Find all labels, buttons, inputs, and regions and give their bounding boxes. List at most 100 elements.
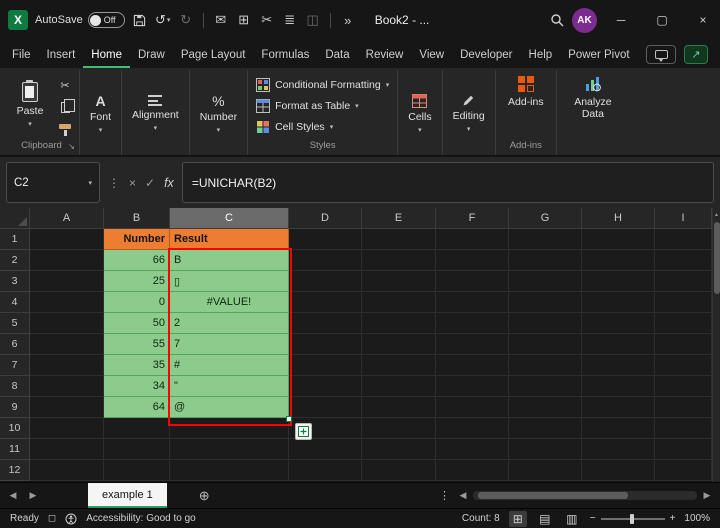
cell-D6[interactable]: [289, 334, 362, 355]
zoom-out-button[interactable]: −: [590, 513, 596, 524]
cell-I9[interactable]: [655, 397, 712, 418]
row-header-3[interactable]: 3: [0, 271, 30, 292]
cell-A8[interactable]: [30, 376, 104, 397]
cell-A10[interactable]: [30, 418, 104, 439]
cell-H9[interactable]: [582, 397, 655, 418]
cell-E8[interactable]: [362, 376, 436, 397]
excel-logo-icon[interactable]: X: [8, 10, 28, 30]
cell-C8[interactable]: ": [170, 376, 289, 397]
cell-G10[interactable]: [509, 418, 582, 439]
cell-H8[interactable]: [582, 376, 655, 397]
cell-B9[interactable]: 64: [104, 397, 170, 418]
alignment-group-button[interactable]: Alignment ▾: [126, 72, 185, 155]
zoom-slider-track[interactable]: [601, 518, 665, 520]
cell-B4[interactable]: 0: [104, 292, 170, 313]
cell-C6[interactable]: 7: [170, 334, 289, 355]
page-break-view-button[interactable]: ▥: [563, 511, 581, 527]
scroll-right-icon[interactable]: ▶: [700, 490, 714, 501]
cell-D5[interactable]: [289, 313, 362, 334]
row-header-1[interactable]: 1: [0, 229, 30, 250]
cell-B6[interactable]: 55: [104, 334, 170, 355]
undo-button[interactable]: ↺ ▾: [155, 12, 171, 28]
cell-H3[interactable]: [582, 271, 655, 292]
cell-H5[interactable]: [582, 313, 655, 334]
table-button[interactable]: ⊞: [236, 12, 252, 28]
cancel-entry-button[interactable]: ×: [129, 176, 136, 190]
analyze-data-button[interactable]: Analyze Data: [561, 72, 625, 123]
cell-I10[interactable]: [655, 418, 712, 439]
cell-F1[interactable]: [436, 229, 509, 250]
row-header-2[interactable]: 2: [0, 250, 30, 271]
cell-F7[interactable]: [436, 355, 509, 376]
cut-button[interactable]: ✂: [55, 77, 75, 93]
sheet-bar-menu-button[interactable]: ⋮: [439, 489, 450, 502]
cell-C4[interactable]: #VALUE!: [170, 292, 289, 313]
cell-G12[interactable]: [509, 460, 582, 481]
cell-D11[interactable]: [289, 439, 362, 460]
cell-D2[interactable]: [289, 250, 362, 271]
scroll-up-icon[interactable]: ▲: [714, 208, 719, 222]
cell-D3[interactable]: [289, 271, 362, 292]
cell-I8[interactable]: [655, 376, 712, 397]
account-avatar[interactable]: AK: [572, 8, 597, 33]
redo-button[interactable]: ↻: [178, 12, 194, 28]
normal-view-button[interactable]: ⊞: [509, 511, 527, 527]
row-header-4[interactable]: 4: [0, 292, 30, 313]
cell-H7[interactable]: [582, 355, 655, 376]
cell-B2[interactable]: 66: [104, 250, 170, 271]
cell-F4[interactable]: [436, 292, 509, 313]
cell-D12[interactable]: [289, 460, 362, 481]
cell-D7[interactable]: [289, 355, 362, 376]
vertical-scrollbar[interactable]: ▲: [712, 208, 720, 482]
cell-F10[interactable]: [436, 418, 509, 439]
autosave-control[interactable]: AutoSave Off: [35, 12, 125, 28]
minimize-button[interactable]: ─: [604, 0, 638, 40]
cell-F2[interactable]: [436, 250, 509, 271]
ribbon-tab-insert[interactable]: Insert: [39, 43, 84, 68]
horizontal-scrollbar-thumb[interactable]: [478, 492, 628, 499]
next-sheet-button[interactable]: ▶: [26, 490, 40, 501]
save-button[interactable]: [132, 14, 148, 27]
cell-G6[interactable]: [509, 334, 582, 355]
cell-G7[interactable]: [509, 355, 582, 376]
row-header-11[interactable]: 11: [0, 439, 30, 460]
cell-G9[interactable]: [509, 397, 582, 418]
cell-A7[interactable]: [30, 355, 104, 376]
cell-H11[interactable]: [582, 439, 655, 460]
cell-C12[interactable]: [170, 460, 289, 481]
ribbon-tab-home[interactable]: Home: [83, 43, 130, 68]
cell-G4[interactable]: [509, 292, 582, 313]
cell-F8[interactable]: [436, 376, 509, 397]
ribbon-tab-data[interactable]: Data: [317, 43, 357, 68]
page-layout-view-button[interactable]: ▤: [536, 511, 554, 527]
cell-A3[interactable]: [30, 271, 104, 292]
cell-C1[interactable]: Result: [170, 229, 289, 250]
cell-G8[interactable]: [509, 376, 582, 397]
ribbon-tab-help[interactable]: Help: [521, 43, 561, 68]
cell-A4[interactable]: [30, 292, 104, 313]
formula-input[interactable]: =UNICHAR(B2): [182, 162, 714, 203]
paste-button[interactable]: Paste ▾: [8, 72, 52, 137]
cell-C11[interactable]: [170, 439, 289, 460]
close-button[interactable]: ×: [686, 0, 720, 40]
column-header-D[interactable]: D: [289, 208, 362, 229]
cell-C5[interactable]: 2: [170, 313, 289, 334]
cell-E7[interactable]: [362, 355, 436, 376]
cell-A12[interactable]: [30, 460, 104, 481]
maximize-button[interactable]: ▢: [645, 0, 679, 40]
cell-G3[interactable]: [509, 271, 582, 292]
row-header-8[interactable]: 8: [0, 376, 30, 397]
cell-A6[interactable]: [30, 334, 104, 355]
cell-D8[interactable]: [289, 376, 362, 397]
cell-B11[interactable]: [104, 439, 170, 460]
cell-H12[interactable]: [582, 460, 655, 481]
cell-E1[interactable]: [362, 229, 436, 250]
cell-G2[interactable]: [509, 250, 582, 271]
cell-B10[interactable]: [104, 418, 170, 439]
cut-quick-button[interactable]: ✂: [259, 12, 275, 28]
cell-I7[interactable]: [655, 355, 712, 376]
column-header-A[interactable]: A: [30, 208, 104, 229]
ribbon-tab-formulas[interactable]: Formulas: [253, 43, 317, 68]
cell-E11[interactable]: [362, 439, 436, 460]
previous-sheet-button[interactable]: ◀: [6, 490, 20, 501]
